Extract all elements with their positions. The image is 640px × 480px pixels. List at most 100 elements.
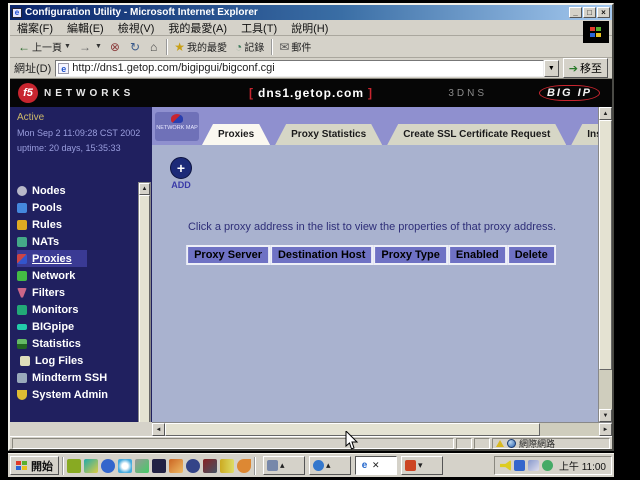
statistics-icon (17, 339, 27, 349)
start-windows-icon (16, 461, 28, 471)
sidebar-item-pools[interactable]: Pools (17, 199, 139, 216)
scroll-left-icon[interactable]: ◄ (152, 423, 165, 436)
proxy-table-header-row: Proxy Server Destination Host Proxy Type… (186, 245, 556, 265)
url-dropdown-icon[interactable]: ▼ (544, 60, 559, 77)
quicklaunch-icon[interactable] (169, 459, 183, 473)
home-button[interactable]: ⌂ (146, 39, 163, 55)
back-dropdown-icon[interactable]: ▼ (64, 43, 71, 50)
browser-toolbar: ← 上一頁 ▼ → ▼ ⊗ ↻ ⌂ ★ 我的最愛 ◔ (10, 36, 612, 58)
address-bar: 網址(D) e ▼ ➔ 移至 (10, 58, 612, 79)
sidebar-item-nodes[interactable]: Nodes (17, 182, 139, 199)
maximize-button[interactable]: □ (583, 7, 596, 18)
go-icon: ➔ (569, 62, 578, 75)
task-buttons: ▴ ▴ e✕ ▾ (263, 456, 443, 475)
task-button[interactable]: ▴ (309, 456, 351, 475)
close-button[interactable]: × (597, 7, 610, 18)
quicklaunch-icon[interactable] (101, 459, 115, 473)
refresh-icon: ↻ (130, 40, 140, 54)
sidebar-item-network[interactable]: Network (17, 267, 139, 284)
ie-document-icon: e (12, 8, 22, 18)
screen: e Configuration Utility - Microsoft Inte… (8, 3, 614, 477)
scroll-up-icon[interactable]: ▲ (139, 183, 150, 195)
sidebar-item-log-files[interactable]: Log Files (17, 352, 139, 369)
menu-tools[interactable]: 工具(T) (234, 20, 284, 36)
brand-header: f5 NETWORKS [dns1.getop.com] 3DNS BIG IP (10, 79, 612, 107)
menu-edit[interactable]: 編輯(E) (60, 20, 111, 36)
nodes-icon (17, 186, 27, 196)
mail-icon: ✉ (279, 40, 289, 54)
sidebar-item-system-admin[interactable]: System Admin (17, 386, 139, 403)
scroll-down-icon[interactable]: ▼ (599, 409, 612, 422)
tab-bar: NETWORK MAP Proxies Proxy Statistics Cre… (152, 107, 612, 145)
sidebar-item-nats[interactable]: NATs (17, 233, 139, 250)
quicklaunch-icon[interactable] (203, 459, 217, 473)
quicklaunch-icon[interactable] (118, 459, 132, 473)
back-button[interactable]: ← 上一頁 ▼ (14, 38, 75, 55)
tray-icon[interactable] (500, 460, 511, 471)
quicklaunch-icon[interactable] (67, 459, 81, 473)
sidebar-item-mindterm-ssh[interactable]: Mindterm SSH (17, 369, 139, 386)
task-button[interactable]: ▴ (263, 456, 305, 475)
go-button[interactable]: ➔ 移至 (563, 58, 608, 78)
forward-dropdown-icon[interactable]: ▼ (95, 43, 102, 50)
add-icon[interactable]: + (170, 157, 192, 179)
tray-icon[interactable] (514, 460, 525, 471)
sidebar-item-bigpipe[interactable]: BIGpipe (17, 318, 139, 335)
sidebar-item-rules[interactable]: Rules (17, 216, 139, 233)
scroll-right-icon[interactable]: ► (599, 423, 612, 436)
sidebar: Active Mon Sep 2 11:09:28 CST 2002 uptim… (10, 107, 152, 422)
forward-button[interactable]: → ▼ (75, 39, 106, 55)
mail-button[interactable]: ✉ 郵件 (275, 38, 315, 55)
tray-icon[interactable] (528, 460, 539, 471)
favorites-button[interactable]: ★ 我的最愛 (170, 38, 231, 55)
task-button-active-ie[interactable]: e✕ (355, 456, 397, 475)
scroll-up-icon[interactable]: ▲ (599, 107, 612, 120)
quicklaunch-icon[interactable] (135, 459, 149, 473)
tab-proxy-statistics[interactable]: Proxy Statistics (275, 124, 382, 145)
quicklaunch-icon[interactable] (186, 459, 200, 473)
tray-icon[interactable] (542, 460, 553, 471)
status-message-panel (12, 438, 454, 449)
quicklaunch-icon[interactable] (84, 459, 98, 473)
zone-label: 網際網路 (519, 437, 555, 450)
scrollbar-thumb[interactable] (599, 120, 612, 370)
quicklaunch-icon[interactable] (152, 459, 166, 473)
task-button[interactable]: ▾ (401, 456, 443, 475)
sidebar-item-monitors[interactable]: Monitors (17, 301, 139, 318)
sidebar-scrollbar[interactable]: ▲ ▼ (138, 182, 151, 422)
sidebar-item-statistics[interactable]: Statistics (17, 335, 139, 352)
start-button[interactable]: 開始 (10, 456, 59, 475)
menu-help[interactable]: 說明(H) (284, 20, 335, 36)
system-tray: 上午 11:00 (494, 456, 612, 475)
bigpipe-icon (17, 324, 27, 330)
status-panel (474, 438, 490, 449)
horizontal-scrollbar[interactable]: ◄ ► (152, 422, 612, 436)
tab-proxies[interactable]: Proxies (202, 124, 270, 145)
network-map-icon (171, 114, 183, 123)
minimize-button[interactable]: _ (569, 7, 582, 18)
vertical-scrollbar[interactable]: ▲ ▼ (598, 107, 612, 422)
quicklaunch-icon[interactable] (220, 459, 234, 473)
sidebar-item-proxies[interactable]: Proxies (17, 250, 87, 267)
app-icon (267, 460, 278, 471)
tab-create-ssl-certificate-request[interactable]: Create SSL Certificate Request (387, 124, 566, 145)
menu-view[interactable]: 檢視(V) (111, 20, 162, 36)
stop-button[interactable]: ⊗ (106, 39, 126, 55)
taskbar-clock[interactable]: 上午 11:00 (556, 458, 606, 473)
add-button[interactable]: + ADD (168, 157, 194, 190)
sidebar-item-filters[interactable]: Filters (17, 284, 139, 301)
instruction-text: Click a proxy address in the list to vie… (152, 221, 592, 233)
favorites-icon: ★ (174, 40, 185, 54)
taskbar: 開始 ▴ ▴ e✕ ▾ (8, 453, 614, 477)
network-map-button[interactable]: NETWORK MAP (155, 112, 199, 141)
menu-favorites[interactable]: 我的最愛(A) (161, 20, 234, 36)
history-button[interactable]: ◔ 記錄 (231, 38, 268, 55)
url-input[interactable] (72, 62, 541, 74)
address-label: 網址(D) (14, 60, 51, 76)
quicklaunch-icon[interactable] (237, 459, 251, 473)
title-bar[interactable]: e Configuration Utility - Microsoft Inte… (10, 5, 612, 20)
menu-bar: 檔案(F) 編輯(E) 檢視(V) 我的最愛(A) 工具(T) 說明(H) (10, 20, 612, 36)
refresh-button[interactable]: ↻ (126, 39, 146, 55)
scrollbar-thumb[interactable] (139, 195, 150, 422)
menu-file[interactable]: 檔案(F) (10, 20, 60, 36)
